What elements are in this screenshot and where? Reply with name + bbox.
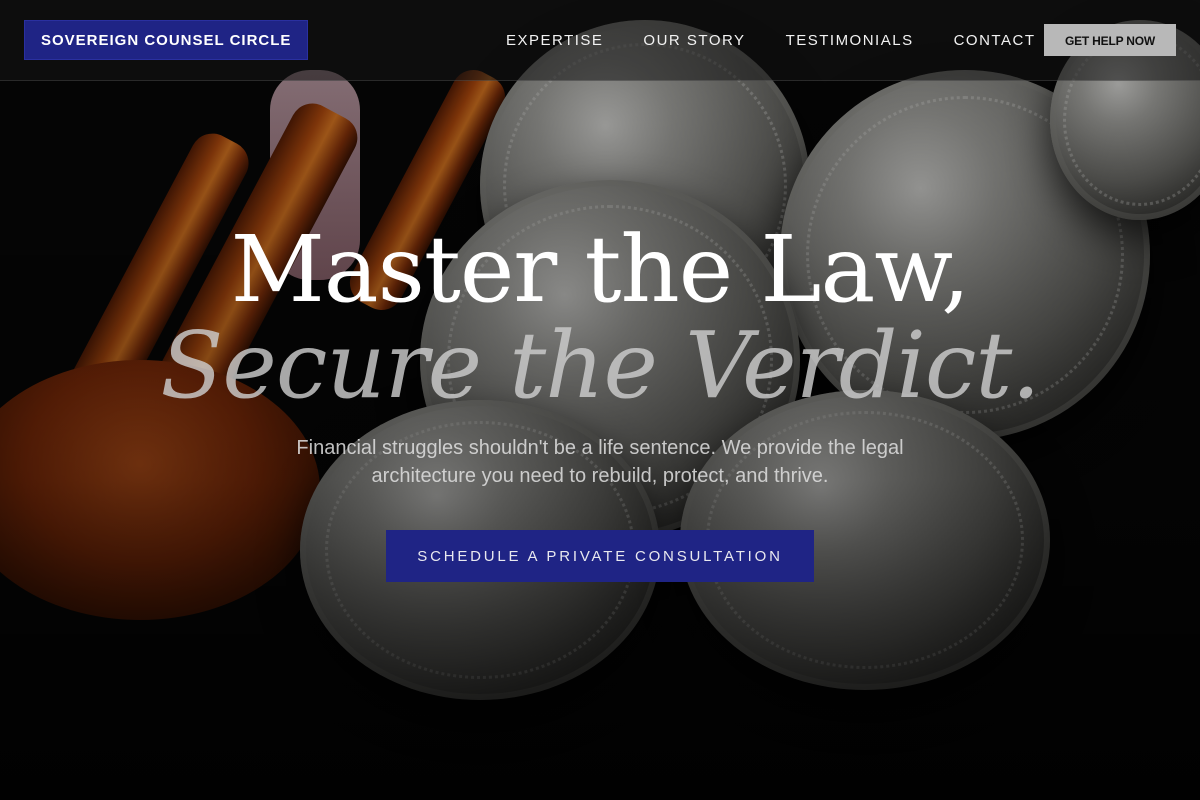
hero-subtext: Financial struggles shouldn't be a life …	[296, 437, 904, 487]
nav-link-our-story[interactable]: OUR STORY	[643, 32, 745, 49]
nav-links: EXPERTISE OUR STORY TESTIMONIALS CONTACT	[506, 0, 1035, 80]
schedule-consultation-button[interactable]: SCHEDULE A PRIVATE CONSULTATION	[386, 530, 814, 582]
hero-headline-line-2: Secure the Verdict.	[160, 312, 1040, 419]
nav-link-contact[interactable]: CONTACT	[954, 32, 1036, 49]
hero-section: Master the Law, Secure the Verdict. Fina…	[0, 0, 1200, 800]
landing-page: SOVEREIGN COUNSEL CIRCLE EXPERTISE OUR S…	[0, 0, 1200, 800]
get-help-now-button[interactable]: GET HELP NOW	[1044, 24, 1176, 56]
nav-link-testimonials[interactable]: TESTIMONIALS	[786, 32, 914, 49]
brand-logo[interactable]: SOVEREIGN COUNSEL CIRCLE	[24, 20, 309, 60]
hero-headline-line-1: Master the Law,	[230, 216, 971, 323]
nav-link-expertise[interactable]: EXPERTISE	[506, 32, 603, 49]
top-navigation-bar: SOVEREIGN COUNSEL CIRCLE EXPERTISE OUR S…	[0, 0, 1200, 81]
